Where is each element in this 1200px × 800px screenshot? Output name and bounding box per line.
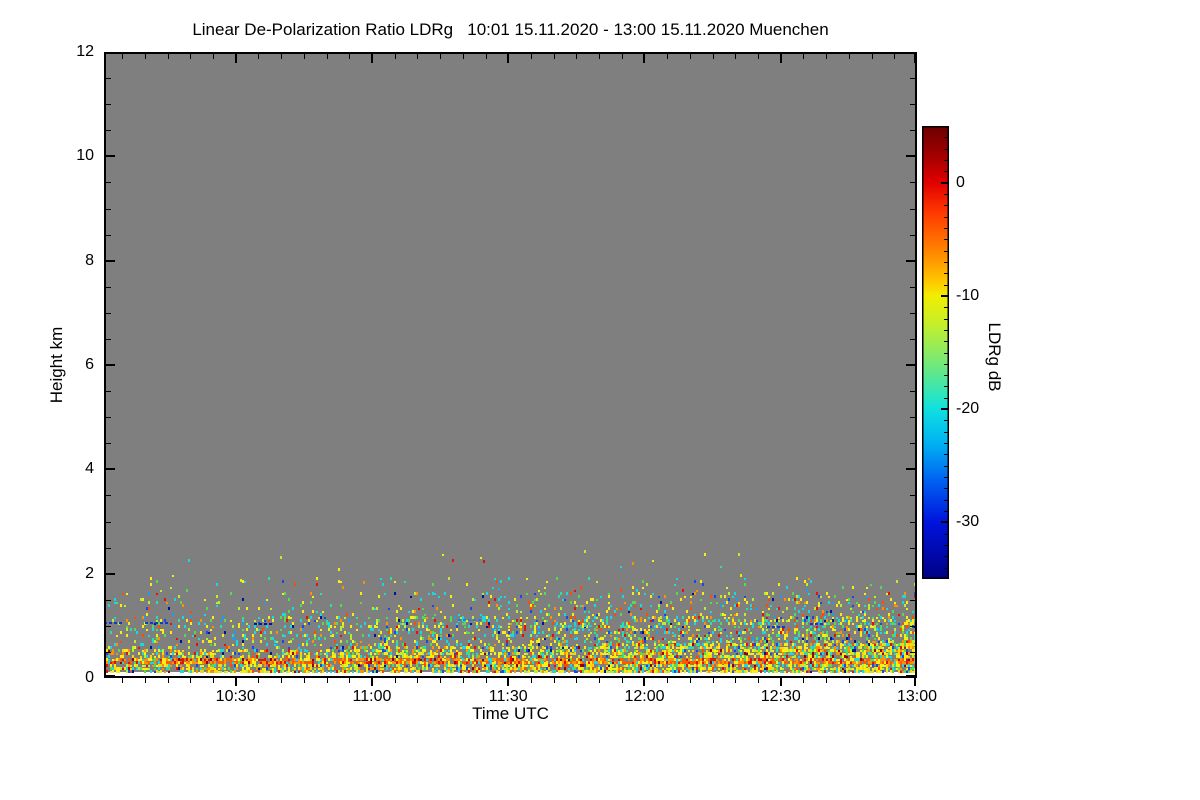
x-tick-label-12:30: 12:30	[760, 688, 801, 705]
y-tick-label-0: 0	[85, 669, 94, 686]
y-tick-label-12: 12	[76, 43, 94, 60]
colorbar-label: LDRg dB	[985, 322, 1004, 392]
colorbar-gradient	[922, 126, 949, 579]
x-tick-label-11:30: 11:30	[488, 688, 528, 705]
y-tick-label-10: 10	[76, 147, 94, 165]
colorbar-tick-label--20: -20	[956, 400, 980, 418]
colorbar-tick-label--10: -10	[956, 286, 980, 304]
x-tick-label-11:00: 11:00	[352, 688, 392, 705]
x-tick-label-10:30: 10:30	[215, 688, 256, 705]
x-tick-label-13:00: 13:00	[896, 688, 938, 705]
figure: Linear De-Polarization Ratio LDRg 10:01 …	[0, 0, 1200, 800]
x-tick-label-12:00: 12:00	[624, 688, 665, 705]
y-tick-label-2: 2	[85, 564, 94, 582]
ldr-heatmap-canvas	[104, 52, 917, 686]
colorbar-tick-label-0: 0	[956, 173, 965, 191]
x-axis-label: Time UTC	[472, 704, 549, 723]
plot-title: Linear De-Polarization Ratio LDRg 10:01 …	[192, 20, 829, 39]
y-tick-label-8: 8	[85, 251, 94, 269]
y-tick-label-6: 6	[85, 356, 94, 373]
y-tick-label-4: 4	[85, 460, 94, 478]
colorbar-tick-label--30: -30	[956, 513, 980, 531]
